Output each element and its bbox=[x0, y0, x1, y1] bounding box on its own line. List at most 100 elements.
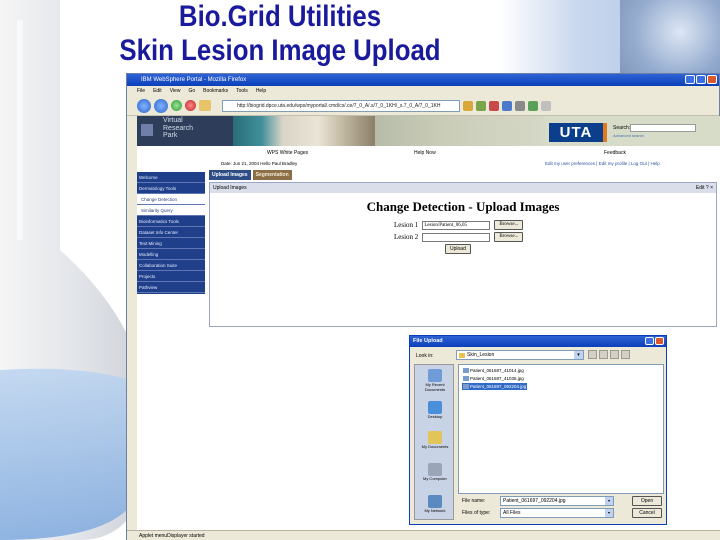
chevron-down-icon[interactable]: ▾ bbox=[605, 509, 613, 517]
nav-item-dataset-info[interactable]: Dataset Info Center bbox=[137, 227, 205, 238]
place-my-documents[interactable]: My Documents bbox=[415, 431, 455, 450]
dialog-help-button[interactable] bbox=[645, 337, 654, 345]
bookmark-icon[interactable] bbox=[463, 100, 473, 111]
file-name: Patient_061697_41035.jpg bbox=[470, 376, 524, 381]
window-title: IBM WebSphere Portal - Mozilla Firefox bbox=[141, 77, 247, 83]
change-detection-title: Change Detection - Upload Images bbox=[366, 199, 560, 214]
tab-upload-images[interactable]: Upload Images bbox=[209, 170, 251, 180]
lesion-2-input[interactable] bbox=[422, 232, 491, 242]
file-type-value: All Files bbox=[503, 510, 521, 516]
cancel-button[interactable]: Cancel bbox=[632, 508, 662, 518]
file-name-input[interactable]: Patient_061697_092204.jpg ▾ bbox=[500, 496, 614, 506]
new-folder-icon[interactable] bbox=[610, 350, 619, 359]
menu-go[interactable]: Go bbox=[188, 86, 195, 96]
my-documents-icon bbox=[428, 431, 442, 444]
lesion-1-input[interactable]: Lesion/Patient_06,05 bbox=[422, 220, 491, 230]
search-label: Search: bbox=[613, 125, 631, 131]
place-desktop[interactable]: Desktop bbox=[415, 401, 455, 420]
mail-icon[interactable] bbox=[502, 100, 512, 111]
home-icon[interactable] bbox=[199, 100, 211, 111]
title-line-1: Bio.Grid Utilities bbox=[178, 0, 382, 33]
tab-segmentation[interactable]: Segmentation bbox=[252, 170, 292, 180]
history-icon[interactable] bbox=[515, 100, 525, 111]
portal-search-input[interactable] bbox=[630, 124, 696, 132]
dialog-toolbar bbox=[588, 350, 630, 359]
vrp-line-2: Research bbox=[163, 124, 193, 132]
search-icon[interactable] bbox=[541, 100, 551, 111]
nav-item-modelling[interactable]: Modelling bbox=[137, 249, 205, 260]
dialog-close-button[interactable] bbox=[655, 337, 664, 345]
place-label: Desktop bbox=[427, 414, 443, 419]
file-type-select[interactable]: All Files ▾ bbox=[500, 508, 614, 518]
chevron-down-icon[interactable]: ▾ bbox=[574, 351, 583, 359]
chevron-down-icon[interactable]: ▾ bbox=[605, 497, 613, 505]
file-name-value: Patient_061697_092204.jpg bbox=[503, 498, 566, 504]
place-my-network[interactable]: My Network bbox=[415, 495, 455, 514]
place-my-computer[interactable]: My Computer bbox=[415, 463, 455, 482]
menu-tools[interactable]: Tools bbox=[236, 86, 248, 96]
nav-item-dermatology-tools[interactable]: Dermatology Tools bbox=[137, 183, 205, 194]
open-button[interactable]: Open bbox=[632, 496, 662, 506]
lesion-1-row: Lesion 1 Lesion/Patient_06,05 Browse... bbox=[394, 220, 524, 230]
folder-icon bbox=[459, 353, 465, 358]
minimize-button[interactable] bbox=[685, 75, 695, 84]
nav-item-change-detection[interactable]: Change Detection bbox=[137, 194, 205, 205]
portlet-title: Upload Images bbox=[213, 185, 247, 191]
user-bar: Date: Jun 21, 2004 Hello Paul Bradley Ed… bbox=[137, 159, 720, 169]
place-label: My Recent Documents bbox=[424, 382, 446, 392]
my-computer-icon bbox=[428, 463, 442, 476]
desktop-icon bbox=[428, 401, 442, 414]
nav-item-pathview[interactable]: Pathview bbox=[137, 282, 205, 293]
user-links[interactable]: Edit my user preferences | Edit my profi… bbox=[545, 159, 660, 169]
print-icon[interactable] bbox=[489, 100, 499, 111]
nav-item-projects[interactable]: Projects bbox=[137, 271, 205, 282]
reload-icon[interactable] bbox=[171, 100, 182, 111]
menu-view[interactable]: View bbox=[170, 86, 181, 96]
place-recent-documents[interactable]: My Recent Documents bbox=[415, 369, 455, 392]
vrp-emblem-icon bbox=[141, 124, 153, 136]
portal-banner: Virtual Research Park UTA Search: Advanc… bbox=[137, 116, 720, 146]
dialog-title: File Upload bbox=[413, 338, 443, 344]
menu-bookmarks[interactable]: Bookmarks bbox=[203, 86, 228, 96]
portlet-controls[interactable]: Edit ? × bbox=[696, 183, 713, 193]
menu-help[interactable]: Help bbox=[256, 86, 266, 96]
nav-item-similarity-query[interactable]: Similarity Query bbox=[137, 205, 205, 216]
go-icon[interactable] bbox=[476, 100, 486, 111]
upload-button[interactable]: Upload bbox=[445, 244, 471, 254]
lesion-1-browse-button[interactable]: Browse... bbox=[494, 220, 524, 230]
nav-item-bioinformatics-tools[interactable]: Bioinformatics Tools bbox=[137, 216, 205, 227]
portal-link-bar: WPS White Pages Help Now Feedback bbox=[137, 147, 720, 159]
uta-logo: UTA bbox=[549, 123, 603, 142]
maximize-button[interactable] bbox=[696, 75, 706, 84]
white-pages-link[interactable]: WPS White Pages bbox=[267, 147, 308, 159]
lookin-label: Look in: bbox=[416, 353, 434, 359]
feedback-link[interactable]: Feedback bbox=[604, 147, 626, 159]
banner-photo-2 bbox=[375, 116, 545, 146]
stop-icon[interactable] bbox=[185, 100, 196, 111]
file-item-selected[interactable]: Patient_061697_092204.jpg bbox=[462, 383, 528, 390]
address-bar[interactable]: http://biogrid.dpce.uta.edu/wps/myportal… bbox=[222, 99, 460, 112]
menu-edit[interactable]: Edit bbox=[153, 86, 162, 96]
view-menu-icon[interactable] bbox=[621, 350, 630, 359]
nav-item-welcome[interactable]: Welcome bbox=[137, 172, 205, 183]
back-folder-icon[interactable] bbox=[588, 350, 597, 359]
slide-title: Bio.Grid Utilities Skin Lesion Image Upl… bbox=[39, 0, 521, 68]
close-button[interactable] bbox=[707, 75, 717, 84]
nav-item-collaboration-suite[interactable]: Collaboration Suite bbox=[137, 260, 205, 271]
forward-icon[interactable] bbox=[154, 98, 168, 113]
portlet-header: Upload Images Edit ? × bbox=[210, 183, 716, 193]
my-network-icon bbox=[428, 495, 442, 508]
file-item[interactable]: Patient_061697_41035.jpg bbox=[462, 375, 525, 382]
menu-file[interactable]: File bbox=[137, 86, 145, 96]
nav-item-text-mining[interactable]: Text Mining bbox=[137, 238, 205, 249]
extension-icon[interactable] bbox=[528, 100, 538, 111]
help-link[interactable]: Help Now bbox=[414, 147, 436, 159]
lookin-select[interactable]: Skin_Lesion ▾ bbox=[456, 350, 584, 360]
lookin-value: Skin_Lesion bbox=[467, 352, 495, 358]
up-folder-icon[interactable] bbox=[599, 350, 608, 359]
advanced-search-link[interactable]: Advanced search bbox=[613, 133, 644, 138]
image-file-icon bbox=[463, 368, 469, 373]
back-icon[interactable] bbox=[137, 98, 151, 113]
lesion-2-browse-button[interactable]: Browse... bbox=[494, 232, 524, 242]
file-item[interactable]: Patient_061697_41014.jpg bbox=[462, 367, 525, 374]
